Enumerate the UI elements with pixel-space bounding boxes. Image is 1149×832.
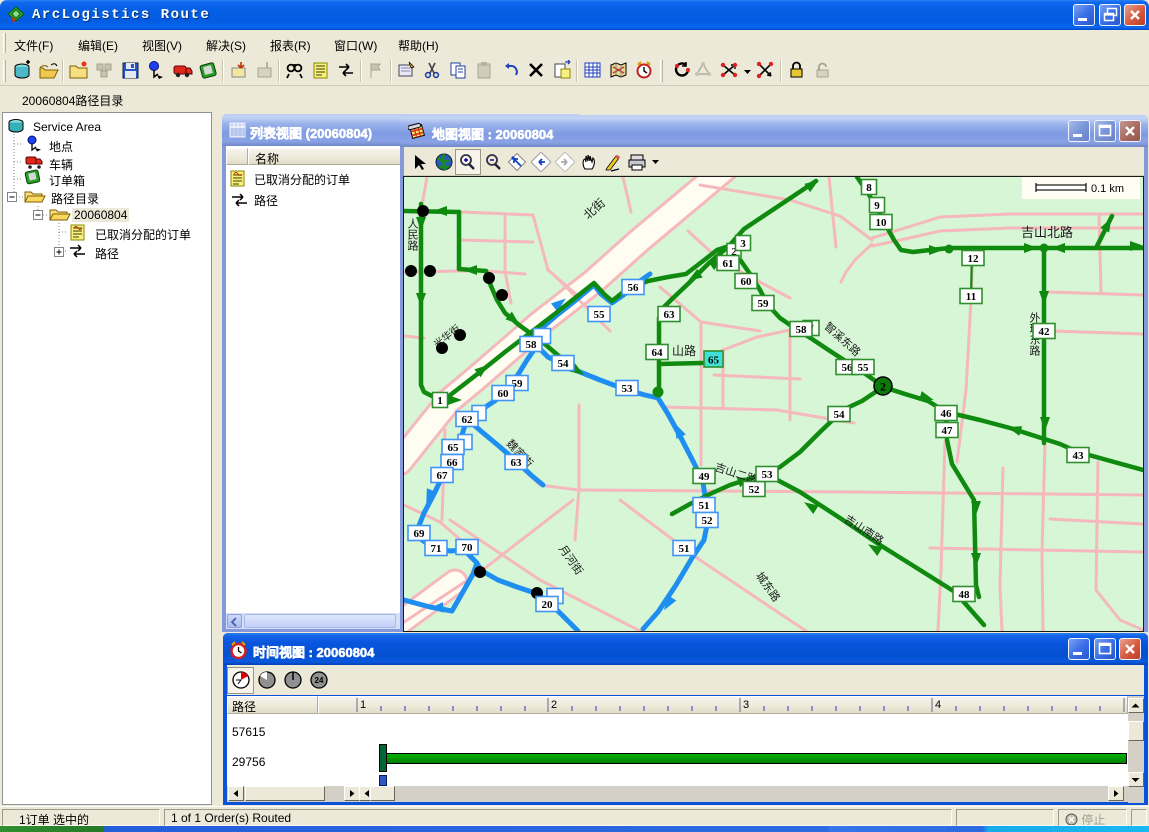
svg-text:58: 58 (526, 339, 538, 351)
svg-text:64: 64 (652, 347, 664, 359)
svg-text:2: 2 (880, 380, 886, 394)
svg-text:2: 2 (551, 699, 557, 711)
svg-text:53: 53 (762, 469, 774, 481)
svg-text:51: 51 (699, 500, 710, 512)
svg-text:42: 42 (1039, 326, 1051, 338)
svg-text:47: 47 (942, 425, 954, 437)
svg-text:46: 46 (941, 408, 953, 420)
svg-text:52: 52 (702, 515, 714, 527)
svg-text:65: 65 (708, 355, 720, 367)
svg-text:48: 48 (959, 589, 971, 601)
svg-text:55: 55 (858, 362, 870, 374)
svg-text:65: 65 (448, 442, 460, 454)
svg-text:49: 49 (699, 471, 711, 483)
svg-text:52: 52 (749, 484, 761, 496)
svg-text:43: 43 (1073, 450, 1085, 462)
svg-text:70: 70 (462, 542, 474, 554)
svg-text:67: 67 (437, 470, 449, 482)
svg-text:63: 63 (511, 457, 523, 469)
svg-text:4: 4 (935, 699, 941, 711)
svg-text:3: 3 (740, 238, 746, 250)
svg-text:10: 10 (876, 217, 888, 229)
svg-text:人民路: 人民路 (406, 218, 419, 252)
svg-text:60: 60 (741, 276, 753, 288)
svg-text:69: 69 (414, 528, 426, 540)
svg-text:20: 20 (542, 599, 554, 611)
svg-text:71: 71 (431, 543, 442, 555)
svg-text:54: 54 (834, 409, 846, 421)
svg-text:59: 59 (758, 298, 770, 310)
svg-text:62: 62 (462, 414, 474, 426)
svg-text:3: 3 (743, 699, 749, 711)
svg-text:63: 63 (664, 309, 676, 321)
svg-text:1: 1 (437, 395, 443, 407)
svg-text:54: 54 (558, 358, 570, 370)
svg-text:9: 9 (874, 200, 880, 212)
svg-text:61: 61 (723, 258, 734, 270)
svg-text:12: 12 (968, 253, 980, 265)
svg-text:51: 51 (679, 543, 690, 555)
svg-text:8: 8 (866, 182, 872, 194)
svg-text:11: 11 (966, 291, 976, 303)
svg-text:60: 60 (498, 388, 510, 400)
svg-text:山路: 山路 (672, 343, 696, 358)
svg-text:58: 58 (796, 324, 808, 336)
svg-text:55: 55 (594, 309, 606, 321)
svg-text:吉山北路: 吉山北路 (1021, 225, 1073, 240)
svg-text:53: 53 (622, 383, 634, 395)
svg-text:24: 24 (315, 676, 324, 685)
svg-text:1: 1 (360, 699, 366, 711)
svg-text:56: 56 (628, 282, 640, 294)
svg-text:0.1 km: 0.1 km (1091, 183, 1124, 195)
